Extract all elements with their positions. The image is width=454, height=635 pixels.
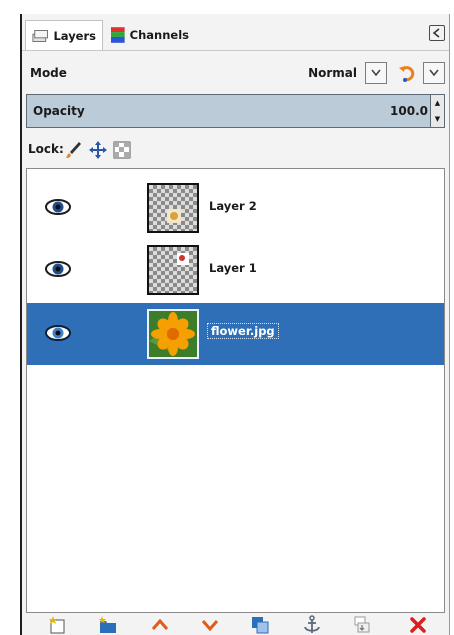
new-layer-icon[interactable] bbox=[48, 615, 68, 635]
chevron-down-icon bbox=[371, 69, 381, 77]
layer-name[interactable]: Layer 2 bbox=[209, 199, 257, 213]
layers-action-bar bbox=[22, 615, 449, 635]
layer-thumbnail[interactable] bbox=[147, 183, 199, 233]
eye-icon[interactable] bbox=[45, 323, 71, 343]
mode-row: Mode Normal bbox=[22, 60, 449, 88]
lock-row: Lock: bbox=[22, 138, 449, 164]
lock-label: Lock: bbox=[28, 142, 64, 156]
spin-up-icon[interactable]: ▲ bbox=[431, 95, 444, 111]
layers-dock: Layers Channels Mode Normal Opacity 100.… bbox=[20, 14, 450, 635]
dock-tab-bar: Layers Channels bbox=[22, 14, 449, 51]
layer-row-selected[interactable]: flower.jpg bbox=[27, 303, 444, 365]
raise-layer-icon[interactable] bbox=[150, 615, 170, 635]
layer-thumbnail[interactable] bbox=[147, 309, 199, 359]
reset-mode-icon[interactable] bbox=[397, 63, 417, 83]
opacity-slider[interactable]: Opacity 100.0 ▲ ▼ bbox=[26, 94, 445, 128]
layers-icon bbox=[32, 29, 48, 42]
new-layer-group-icon[interactable] bbox=[98, 615, 118, 635]
duplicate-layer-icon[interactable] bbox=[250, 615, 270, 635]
eye-icon[interactable] bbox=[45, 259, 71, 279]
opacity-label: Opacity bbox=[33, 104, 85, 118]
tab-layers[interactable]: Layers bbox=[25, 20, 103, 50]
brush-lock-icon[interactable] bbox=[64, 140, 84, 160]
tab-menu-icon[interactable] bbox=[429, 25, 445, 41]
mode-dropdown-button[interactable] bbox=[365, 62, 387, 84]
layer-name[interactable]: flower.jpg bbox=[207, 323, 279, 339]
opacity-spinner[interactable]: ▲ ▼ bbox=[430, 95, 444, 127]
layer-row[interactable]: Layer 1 bbox=[27, 239, 444, 301]
channels-icon bbox=[111, 27, 125, 43]
opacity-value[interactable]: 100.0 bbox=[390, 104, 428, 118]
mode-label: Mode bbox=[30, 66, 67, 80]
layer-name[interactable]: Layer 1 bbox=[209, 261, 257, 275]
delete-layer-icon[interactable] bbox=[408, 615, 428, 635]
layers-list[interactable]: Layer 2 Layer 1 flower.jpg bbox=[26, 168, 445, 613]
lower-layer-icon[interactable] bbox=[200, 615, 220, 635]
composite-mode-dropdown-button[interactable] bbox=[423, 62, 445, 84]
alpha-lock-icon[interactable] bbox=[112, 140, 132, 160]
layer-row[interactable]: Layer 2 bbox=[27, 177, 444, 239]
merge-down-icon[interactable] bbox=[352, 615, 372, 635]
tab-channels-label: Channels bbox=[129, 28, 189, 42]
chevron-down-icon bbox=[429, 69, 439, 77]
tab-channels[interactable]: Channels bbox=[105, 20, 195, 50]
eye-icon[interactable] bbox=[45, 197, 71, 217]
spin-down-icon[interactable]: ▼ bbox=[431, 111, 444, 127]
anchor-layer-icon[interactable] bbox=[302, 615, 322, 635]
mode-value[interactable]: Normal bbox=[308, 66, 357, 80]
move-lock-icon[interactable] bbox=[88, 140, 108, 160]
tab-layers-label: Layers bbox=[53, 28, 96, 43]
layer-thumbnail[interactable] bbox=[147, 245, 199, 295]
